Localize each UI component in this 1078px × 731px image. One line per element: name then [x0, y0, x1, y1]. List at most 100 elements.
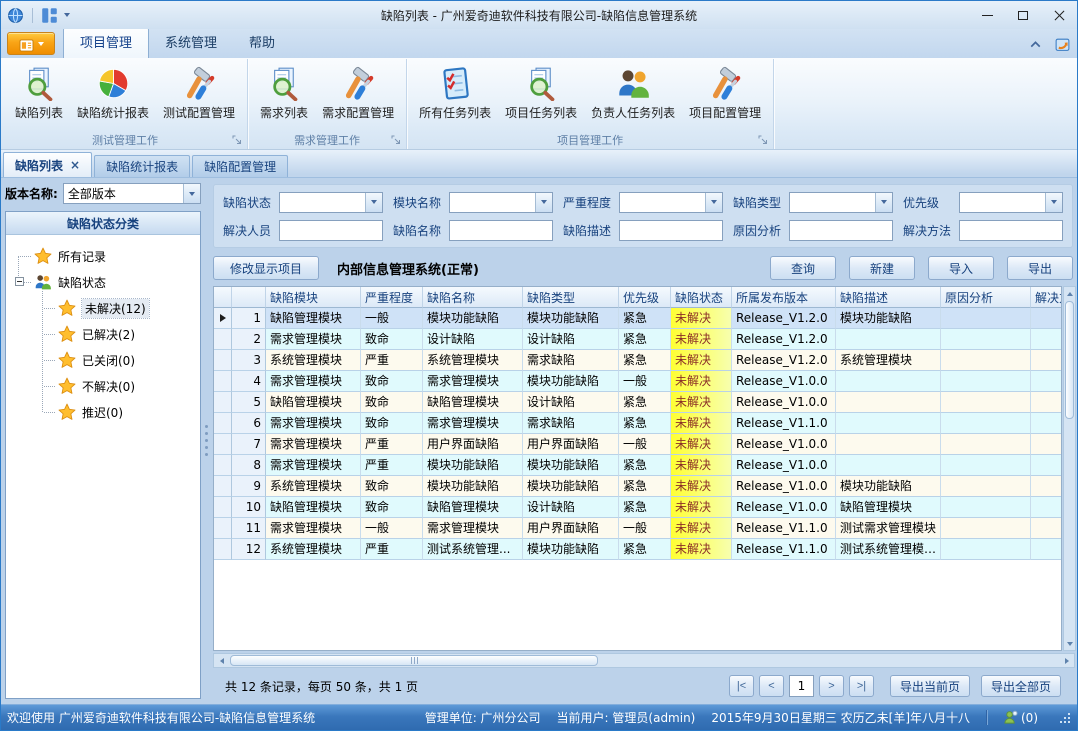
- ribbon-tab-2[interactable]: 系统管理: [149, 27, 233, 58]
- table-row[interactable]: 8需求管理模块严重模块功能缺陷模块功能缺陷紧急未解决Release_V1.0.0: [214, 455, 1061, 476]
- table-row[interactable]: 1缺陷管理模块一般模块功能缺陷模块功能缺陷紧急未解决Release_V1.2.0…: [214, 308, 1061, 329]
- dialog-launcher-icon[interactable]: [232, 135, 242, 145]
- column-header-solution[interactable]: 解决方法: [1031, 287, 1061, 308]
- tree-item-3[interactable]: 未解决(12): [8, 295, 198, 321]
- page-number-input[interactable]: [789, 675, 814, 697]
- tree-item-1[interactable]: 所有记录: [8, 243, 198, 269]
- doc-tab-1[interactable]: 缺陷列表×: [3, 152, 92, 177]
- filter-input[interactable]: [789, 220, 893, 241]
- column-header-status[interactable]: 缺陷状态: [671, 287, 732, 308]
- table-row[interactable]: 6需求管理模块致命需求管理模块需求缺陷紧急未解决Release_V1.1.0: [214, 413, 1061, 434]
- table-row[interactable]: 12系统管理模块严重测试系统管理...模块功能缺陷紧急未解决Release_V1…: [214, 539, 1061, 560]
- ribbon-button[interactable]: 需求列表: [253, 62, 315, 123]
- column-header-release[interactable]: 所属发布版本: [732, 287, 836, 308]
- app-menu-icon: [19, 37, 34, 50]
- table-row[interactable]: 9系统管理模块致命模块功能缺陷模块功能缺陷紧急未解决Release_V1.0.0…: [214, 476, 1061, 497]
- tree-item-6[interactable]: 不解决(0): [8, 373, 198, 399]
- column-header-name[interactable]: 缺陷名称: [423, 287, 523, 308]
- doc-tab-2[interactable]: 缺陷统计报表: [94, 155, 190, 177]
- combo-arrow-button[interactable]: [1045, 193, 1062, 212]
- doc-tab-3[interactable]: 缺陷配置管理: [192, 155, 288, 177]
- quick-access-windows-icon[interactable]: [41, 7, 58, 24]
- minimize-button[interactable]: [969, 2, 1005, 28]
- table-row[interactable]: 5缺陷管理模块致命缺陷管理模块设计缺陷紧急未解决Release_V1.0.0: [214, 392, 1061, 413]
- ribbon-tab-3[interactable]: 帮助: [233, 27, 291, 58]
- ribbon-button[interactable]: 需求配置管理: [315, 62, 401, 123]
- action-button-1[interactable]: 查询: [770, 256, 836, 280]
- cell-priority: 紧急: [619, 308, 671, 329]
- ribbon-button[interactable]: 缺陷统计报表: [70, 62, 156, 123]
- cell-desc: [836, 434, 941, 455]
- version-combo[interactable]: 全部版本: [63, 183, 201, 204]
- sidebar-splitter[interactable]: [203, 182, 210, 699]
- filter-combo[interactable]: [959, 192, 1063, 213]
- table-row[interactable]: 7需求管理模块严重用户界面缺陷用户界面缺陷一般未解决Release_V1.0.0: [214, 434, 1061, 455]
- dialog-launcher-icon[interactable]: [391, 135, 401, 145]
- last-page-button[interactable]: >|: [849, 675, 874, 697]
- column-header-desc[interactable]: 缺陷描述: [836, 287, 941, 308]
- ribbon-button[interactable]: 测试配置管理: [156, 62, 242, 123]
- vertical-scroll-thumb[interactable]: [1065, 301, 1074, 419]
- close-tab-icon[interactable]: ×: [70, 159, 80, 171]
- scroll-up-icon[interactable]: [1067, 287, 1073, 300]
- filter-input[interactable]: [449, 220, 553, 241]
- about-icon[interactable]: [1054, 36, 1071, 53]
- action-button-3[interactable]: 导入: [928, 256, 994, 280]
- horizontal-scroll-thumb[interactable]: [230, 655, 598, 666]
- modify-columns-button[interactable]: 修改显示项目: [213, 256, 319, 280]
- combo-arrow-button[interactable]: [705, 193, 722, 212]
- ribbon-tab-1[interactable]: 项目管理: [63, 27, 149, 58]
- filter-combo[interactable]: [449, 192, 553, 213]
- combo-arrow-button[interactable]: [875, 193, 892, 212]
- column-header-module[interactable]: 缺陷模块: [266, 287, 361, 308]
- horizontal-scrollbar[interactable]: [213, 653, 1075, 668]
- online-users[interactable]: (0): [1003, 710, 1038, 725]
- table-row[interactable]: 4需求管理模块致命需求管理模块模块功能缺陷一般未解决Release_V1.0.0: [214, 371, 1061, 392]
- resize-grip-icon[interactable]: [1058, 711, 1071, 724]
- ribbon-button[interactable]: 项目任务列表: [498, 62, 584, 123]
- column-header-priority[interactable]: 优先级: [619, 287, 671, 308]
- table-row[interactable]: 11需求管理模块一般需求管理模块用户界面缺陷一般未解决Release_V1.1.…: [214, 518, 1061, 539]
- action-button-4[interactable]: 导出: [1007, 256, 1073, 280]
- column-header-type[interactable]: 缺陷类型: [523, 287, 619, 308]
- prev-page-button[interactable]: <: [759, 675, 784, 697]
- tree-item-7[interactable]: 推迟(0): [8, 399, 198, 425]
- application-menu-button[interactable]: [7, 32, 55, 55]
- version-combo-arrow[interactable]: [183, 184, 200, 203]
- scroll-left-icon[interactable]: [214, 654, 229, 667]
- ribbon-button[interactable]: 负责人任务列表: [584, 62, 682, 123]
- filter-input[interactable]: [959, 220, 1063, 241]
- scroll-down-icon[interactable]: [1067, 637, 1073, 650]
- export-all-pages-button[interactable]: 导出全部页: [981, 675, 1061, 697]
- column-header-cause[interactable]: 原因分析: [941, 287, 1031, 308]
- ribbon-button[interactable]: 缺陷列表: [8, 62, 70, 123]
- first-page-button[interactable]: |<: [729, 675, 754, 697]
- filter-combo[interactable]: [789, 192, 893, 213]
- next-page-button[interactable]: >: [819, 675, 844, 697]
- column-header-severity[interactable]: 严重程度: [361, 287, 423, 308]
- tree-item-2[interactable]: 缺陷状态: [8, 269, 198, 295]
- tree-item-4[interactable]: 已解决(2): [8, 321, 198, 347]
- ribbon-button[interactable]: 项目配置管理: [682, 62, 768, 123]
- collapse-expander-icon[interactable]: [15, 277, 24, 286]
- filter-input[interactable]: [279, 220, 383, 241]
- action-button-2[interactable]: 新建: [849, 256, 915, 280]
- table-row[interactable]: 2需求管理模块致命设计缺陷设计缺陷紧急未解决Release_V1.2.0: [214, 329, 1061, 350]
- table-row[interactable]: 3系统管理模块严重系统管理模块需求缺陷紧急未解决Release_V1.2.0系统…: [214, 350, 1061, 371]
- dialog-launcher-icon[interactable]: [758, 135, 768, 145]
- tree-item-5[interactable]: 已关闭(0): [8, 347, 198, 373]
- maximize-button[interactable]: [1005, 2, 1041, 28]
- table-row[interactable]: 10缺陷管理模块致命缺陷管理模块设计缺陷紧急未解决Release_V1.0.0缺…: [214, 497, 1061, 518]
- vertical-scrollbar[interactable]: [1063, 286, 1076, 651]
- collapse-ribbon-icon[interactable]: [1027, 36, 1044, 53]
- filter-combo[interactable]: [279, 192, 383, 213]
- combo-arrow-button[interactable]: [365, 193, 382, 212]
- filter-combo[interactable]: [619, 192, 723, 213]
- close-button[interactable]: [1041, 2, 1077, 28]
- chevron-down-icon[interactable]: [64, 13, 70, 17]
- combo-arrow-button[interactable]: [535, 193, 552, 212]
- scroll-right-icon[interactable]: [1059, 654, 1074, 667]
- export-current-page-button[interactable]: 导出当前页: [890, 675, 970, 697]
- ribbon-button[interactable]: 所有任务列表: [412, 62, 498, 123]
- filter-input[interactable]: [619, 220, 723, 241]
